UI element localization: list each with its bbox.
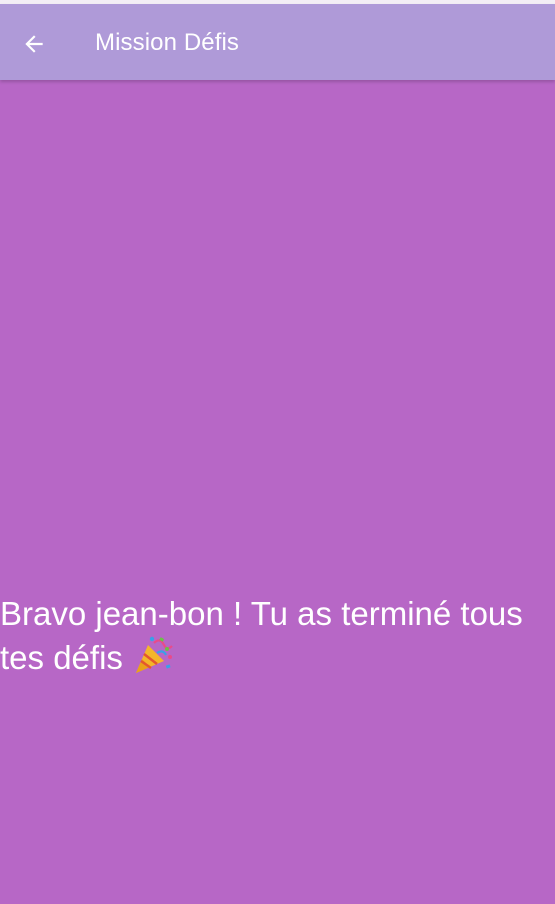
page-title: Mission Défis — [95, 29, 239, 56]
message-line-1: Bravo jean-bon ! Tu as terminé tous — [0, 595, 523, 632]
arrow-back-icon — [21, 31, 47, 57]
completion-message: Bravo jean-bon ! Tu as terminé tous tes … — [0, 593, 555, 679]
message-line-2: tes défis — [0, 639, 123, 676]
back-button[interactable] — [14, 24, 54, 64]
message-line-2-wrap: tes défis — [0, 635, 555, 679]
main-content: Bravo jean-bon ! Tu as terminé tous tes … — [0, 80, 555, 904]
app-bar: Mission Défis — [0, 4, 555, 80]
party-popper-icon — [132, 635, 174, 675]
